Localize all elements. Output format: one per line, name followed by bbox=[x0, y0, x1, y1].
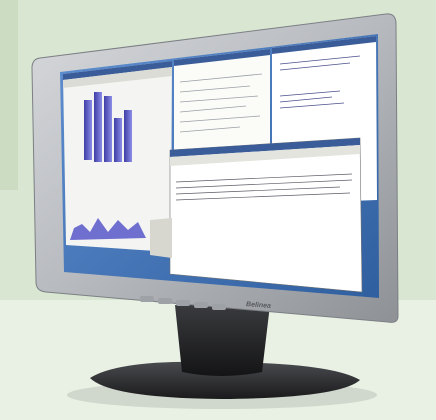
monitor-icon bbox=[31, 13, 399, 409]
product-photo: Belinea bbox=[0, 0, 436, 420]
left-panel bbox=[150, 218, 172, 258]
stand-neck bbox=[175, 305, 270, 376]
bar bbox=[104, 96, 112, 162]
bar bbox=[114, 118, 122, 162]
bar bbox=[94, 92, 102, 162]
bar bbox=[84, 100, 92, 160]
bar bbox=[124, 110, 132, 162]
